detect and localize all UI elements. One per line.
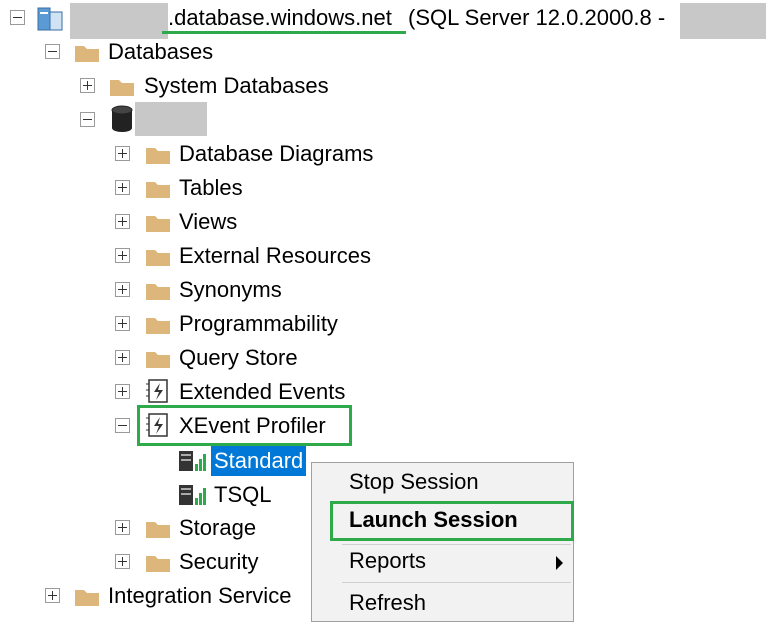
tree-item-storage[interactable]: Storage bbox=[179, 513, 256, 543]
folder-icon bbox=[146, 522, 170, 538]
tree-item-standard[interactable]: Standard bbox=[211, 446, 307, 476]
expand-tables-toggle[interactable] bbox=[115, 180, 130, 195]
menu-item-label: Stop Session bbox=[349, 469, 479, 494]
folder-icon bbox=[75, 46, 99, 62]
redacted-server-name bbox=[70, 3, 168, 39]
folder-icon bbox=[146, 250, 170, 266]
submenu-arrow-icon bbox=[556, 556, 563, 570]
collapse-server-toggle[interactable] bbox=[10, 10, 25, 25]
folder-icon bbox=[146, 556, 170, 572]
server-icon bbox=[37, 7, 63, 31]
database-icon bbox=[111, 105, 133, 132]
tree-item-query-store[interactable]: Query Store bbox=[179, 343, 298, 373]
tree-item-database-diagrams[interactable]: Database Diagrams bbox=[179, 139, 373, 169]
server-version: (SQL Server 12.0.2000.8 - bbox=[408, 5, 666, 30]
tree-item-views[interactable]: Views bbox=[179, 207, 237, 237]
folder-icon bbox=[146, 352, 170, 368]
expand-programmability-toggle[interactable] bbox=[115, 316, 130, 331]
redacted-login bbox=[680, 3, 766, 39]
server-underline-highlight bbox=[162, 31, 406, 34]
extended-events-icon bbox=[146, 379, 168, 403]
expand-database-diagrams-toggle[interactable] bbox=[115, 146, 130, 161]
collapse-database-toggle[interactable] bbox=[80, 112, 95, 127]
tree-item-tables[interactable]: Tables bbox=[179, 173, 243, 203]
expand-storage-toggle[interactable] bbox=[115, 520, 130, 535]
folder-icon bbox=[146, 318, 170, 334]
folder-icon bbox=[146, 148, 170, 164]
launch-session-highlight bbox=[330, 501, 574, 541]
folder-icon bbox=[75, 590, 99, 606]
menu-item-stop-session[interactable]: Stop Session bbox=[312, 465, 573, 501]
collapse-xevent-profiler-toggle[interactable] bbox=[115, 418, 130, 433]
tree-item-integration-services[interactable]: Integration Service bbox=[108, 581, 291, 611]
folder-icon bbox=[146, 182, 170, 198]
folder-icon bbox=[146, 216, 170, 232]
tree-item-tsql[interactable]: TSQL bbox=[214, 480, 271, 510]
menu-item-refresh[interactable]: Refresh bbox=[312, 586, 573, 622]
expand-extended-events-toggle[interactable] bbox=[115, 384, 130, 399]
menu-item-label: Reports bbox=[349, 548, 427, 573]
tree-item-system-databases[interactable]: System Databases bbox=[144, 71, 329, 101]
expand-views-toggle[interactable] bbox=[115, 214, 130, 229]
tree-item-security[interactable]: Security bbox=[179, 547, 258, 577]
menu-separator bbox=[342, 582, 571, 583]
xevent-profiler-highlight bbox=[137, 405, 352, 446]
tree-item-programmability[interactable]: Programmability bbox=[179, 309, 338, 339]
menu-item-reports[interactable]: Reports bbox=[312, 544, 573, 580]
session-icon bbox=[179, 451, 206, 471]
tree-item-databases[interactable]: Databases bbox=[108, 37, 213, 67]
session-icon bbox=[179, 485, 206, 505]
server-host[interactable]: .database.windows.net bbox=[168, 3, 392, 33]
folder-icon bbox=[110, 80, 134, 96]
expand-synonyms-toggle[interactable] bbox=[115, 282, 130, 297]
tree-item-extended-events[interactable]: Extended Events bbox=[179, 377, 345, 407]
collapse-databases-toggle[interactable] bbox=[45, 44, 60, 59]
tree-item-synonyms[interactable]: Synonyms bbox=[179, 275, 282, 305]
expand-query-store-toggle[interactable] bbox=[115, 350, 130, 365]
expand-system-databases-toggle[interactable] bbox=[80, 78, 95, 93]
expand-external-resources-toggle[interactable] bbox=[115, 248, 130, 263]
redacted-database-name bbox=[135, 102, 207, 136]
expand-security-toggle[interactable] bbox=[115, 554, 130, 569]
expand-integration-services-toggle[interactable] bbox=[45, 588, 60, 603]
folder-icon bbox=[146, 284, 170, 300]
context-menu: Stop Session Launch Session Reports Refr… bbox=[311, 462, 574, 622]
tree-item-external-resources[interactable]: External Resources bbox=[179, 241, 371, 271]
menu-item-label: Refresh bbox=[349, 590, 427, 615]
